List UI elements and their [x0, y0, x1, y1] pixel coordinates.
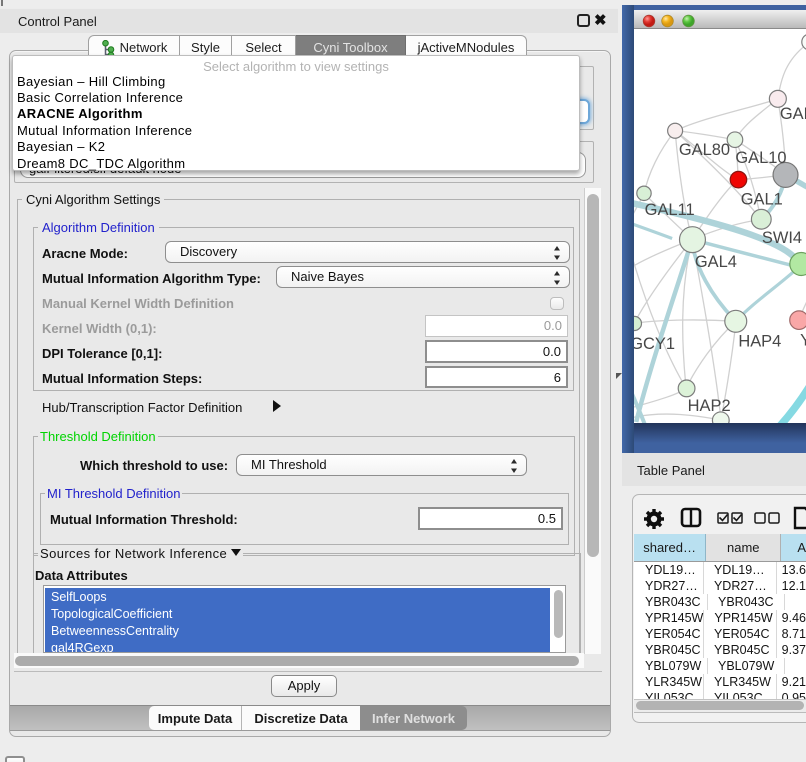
svg-text:GAL80: GAL80 — [679, 141, 730, 159]
svg-text:SWI4: SWI4 — [762, 229, 802, 247]
svg-text:GCY1: GCY1 — [634, 335, 675, 353]
svg-text:GAL1: GAL1 — [741, 191, 783, 209]
svg-text:HAP4: HAP4 — [738, 333, 781, 351]
svg-text:Y: Y — [800, 331, 806, 349]
svg-text:HAP2: HAP2 — [688, 397, 731, 415]
svg-text:GAL: GAL — [780, 105, 806, 123]
svg-text:GAL11: GAL11 — [645, 201, 695, 219]
svg-text:GAL10: GAL10 — [735, 149, 786, 167]
svg-text:GAL4: GAL4 — [695, 253, 737, 271]
